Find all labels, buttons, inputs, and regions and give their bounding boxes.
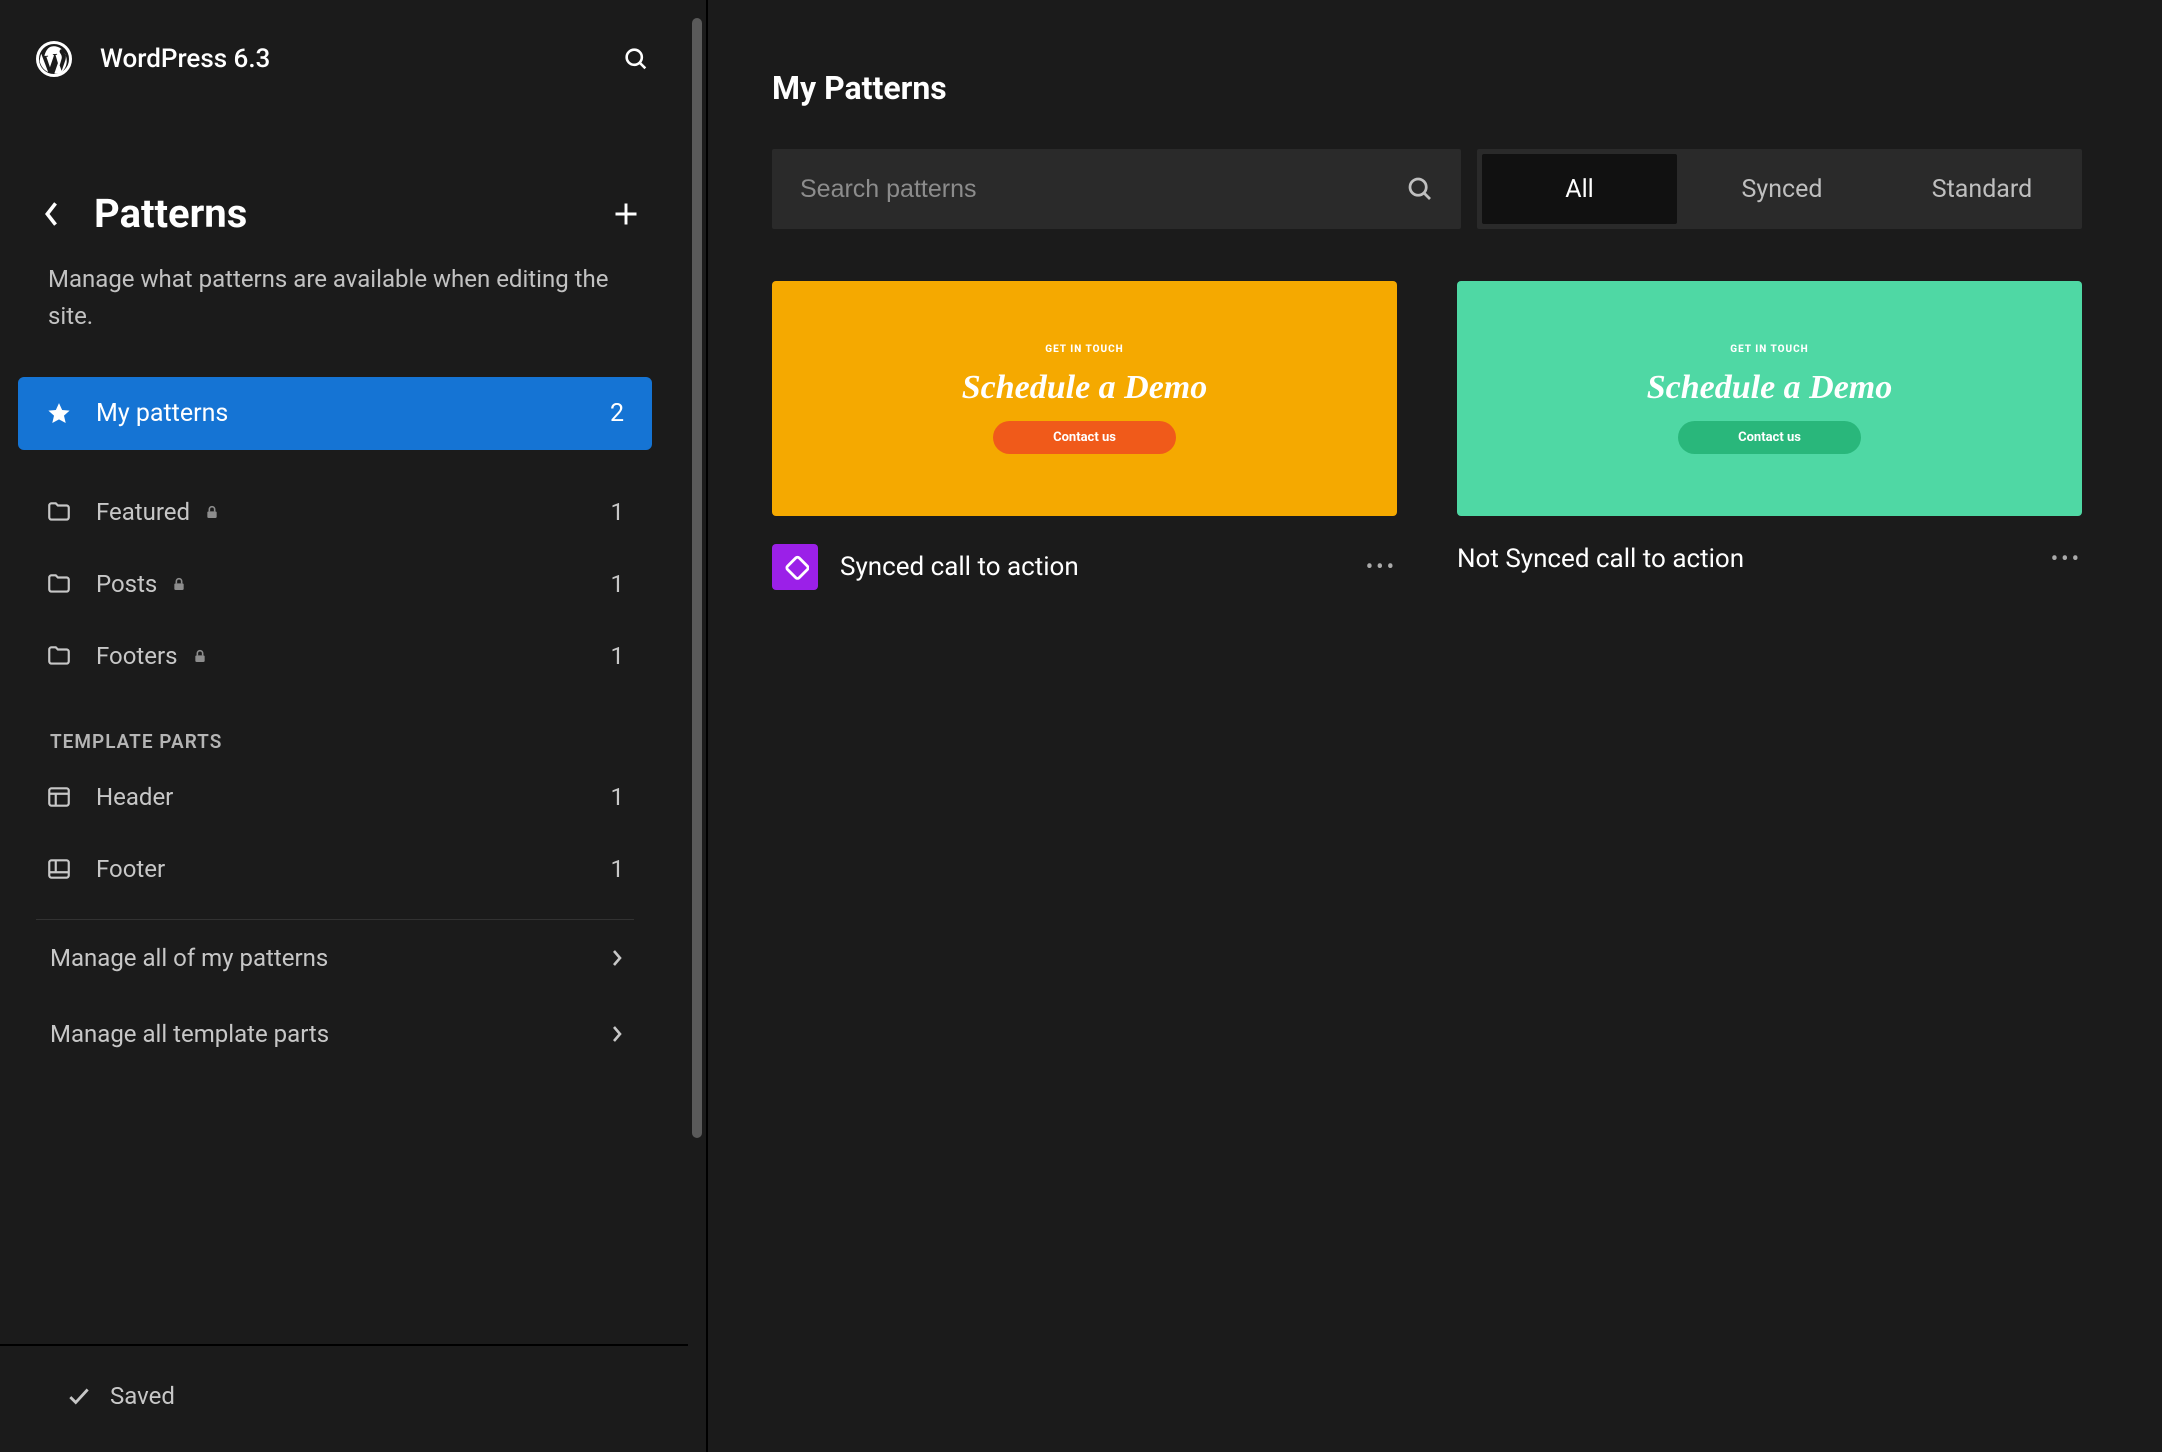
wordpress-logo-icon[interactable] [36,41,72,77]
pattern-card[interactable]: GET IN TOUCH Schedule a Demo Contact us … [1457,281,2082,590]
sidebar-category-label: Posts [96,570,157,598]
footer-layout-icon [46,856,72,882]
star-icon [46,401,72,427]
link-label: Manage all of my patterns [50,944,328,972]
sidebar-template-part-label: Footer [96,855,165,883]
chevron-right-icon [610,1023,624,1045]
sidebar-category-count: 1 [611,498,625,526]
search-input-wrapper[interactable] [772,149,1461,229]
folder-icon [46,571,72,597]
sidebar-category-posts[interactable]: Posts 1 [18,548,652,620]
preview-headline: Schedule a Demo [1647,369,1893,407]
sidebar-template-part-count: 1 [611,783,625,811]
more-actions-button[interactable]: ••• [1366,555,1397,580]
search-input[interactable] [798,174,1405,205]
check-icon [66,1383,92,1409]
lock-icon [192,648,208,664]
sidebar-category-label: Featured [96,498,190,526]
add-pattern-button[interactable] [612,200,640,228]
sidebar-category-footers[interactable]: Footers 1 [18,620,652,692]
pattern-title: Not Synced call to action [1457,544,1744,574]
pattern-preview: GET IN TOUCH Schedule a Demo Contact us [772,281,1397,516]
folder-icon [46,643,72,669]
more-actions-button[interactable]: ••• [2051,547,2082,572]
manage-all-patterns-link[interactable]: Manage all of my patterns [18,920,652,996]
sidebar-category-count: 1 [611,570,625,598]
sidebar-template-part-header[interactable]: Header 1 [18,761,652,833]
saved-label: Saved [110,1382,175,1410]
sidebar-title: Patterns [94,190,247,237]
lock-icon [171,576,187,592]
filter-tab-all[interactable]: All [1482,154,1677,224]
preview-kicker: GET IN TOUCH [1045,344,1123,355]
sidebar-category-featured[interactable]: Featured 1 [18,476,652,548]
template-parts-heading: TEMPLATE PARTS [18,692,652,761]
synced-pattern-icon [772,544,818,590]
open-command-palette-button[interactable] [622,45,650,73]
sidebar-scrollbar[interactable] [688,0,706,1452]
sidebar-item-count: 2 [610,399,624,428]
header-layout-icon [46,784,72,810]
page-title: My Patterns [772,69,2082,107]
back-button[interactable] [44,201,60,227]
search-icon [1405,174,1435,204]
preview-cta-button: Contact us [1678,421,1861,454]
sidebar-item-my-patterns[interactable]: My patterns 2 [18,377,652,450]
lock-icon [204,504,220,520]
pattern-title: Synced call to action [840,552,1079,582]
sidebar-category-count: 1 [611,642,625,670]
site-title[interactable]: WordPress 6.3 [100,44,270,74]
pattern-card[interactable]: GET IN TOUCH Schedule a Demo Contact us … [772,281,1397,590]
chevron-right-icon [610,947,624,969]
sidebar-template-part-label: Header [96,783,173,811]
link-label: Manage all template parts [50,1020,329,1048]
manage-all-template-parts-link[interactable]: Manage all template parts [18,996,652,1072]
filter-tab-standard[interactable]: Standard [1882,149,2082,229]
folder-icon [46,499,72,525]
sidebar-description: Manage what patterns are available when … [0,237,670,335]
sidebar-top-row: WordPress 6.3 [0,0,670,90]
filter-tabs: All Synced Standard [1477,149,2082,229]
saved-status: Saved [0,1346,670,1452]
sidebar-item-label: My patterns [96,399,228,428]
filter-tab-synced[interactable]: Synced [1682,149,1882,229]
sidebar-header: Patterns [0,90,670,237]
pattern-preview: GET IN TOUCH Schedule a Demo Contact us [1457,281,2082,516]
sidebar-template-part-footer[interactable]: Footer 1 [18,833,652,905]
sidebar-category-label: Footers [96,642,178,670]
preview-headline: Schedule a Demo [962,369,1208,407]
preview-cta-button: Contact us [993,421,1176,454]
sidebar-template-part-count: 1 [611,855,625,883]
scrollbar-thumb[interactable] [692,18,702,1138]
preview-kicker: GET IN TOUCH [1730,344,1808,355]
